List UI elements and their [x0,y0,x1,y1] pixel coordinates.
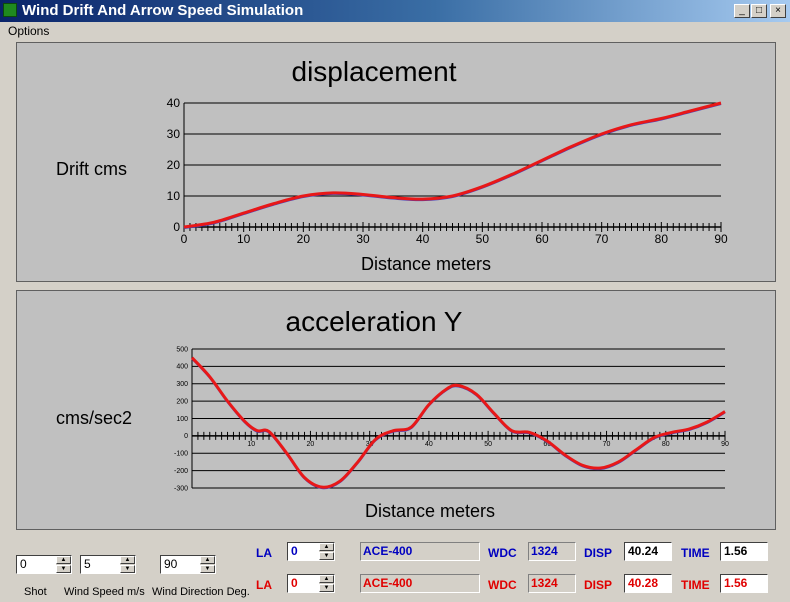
menu-bar: Options [0,22,790,40]
y-tick-label: -100 [174,451,188,458]
menu-options[interactable]: Options [8,24,49,38]
y-tick-label: 40 [167,96,181,110]
row1-wdc-display: 1324 [528,542,576,561]
y-tick-label: 400 [176,364,188,371]
acceleration-ylabel: cms/sec2 [56,408,132,428]
displacement-chart-title: displacement [292,56,457,87]
x-tick-label: 30 [356,232,370,246]
x-tick-label: 80 [655,232,669,246]
displacement-chart: displacement Drift cms Distance meters 0… [56,56,728,274]
acceleration-chart-title: acceleration Y [286,306,463,337]
row1-disp-label: DISP [584,546,613,560]
x-tick-label: 40 [425,441,433,448]
x-tick-label: 70 [595,232,609,246]
row1-time-label: TIME [681,546,710,560]
x-tick-label: 70 [603,441,611,448]
row2-wdc-display: 1324 [528,574,576,593]
wind-speed-up-icon[interactable]: ▲ [120,556,135,564]
x-tick-label: 60 [535,232,549,246]
row2-la-label: LA [256,578,272,592]
x-tick-label: 20 [307,441,315,448]
acceleration-series-shadow [191,358,726,490]
acceleration-xlabel: Distance meters [365,501,495,521]
wind-speed-down-icon[interactable]: ▼ [120,565,135,573]
y-tick-label: 500 [176,346,188,353]
wind-speed-value: 5 [84,557,91,571]
minimize-button[interactable]: _ [734,4,750,18]
row2-la-up-icon[interactable]: ▲ [319,575,334,583]
y-tick-label: 10 [167,189,181,203]
x-tick-label: 10 [247,441,255,448]
row2-time-label: TIME [681,578,710,592]
row1-la-label: LA [256,546,272,560]
x-tick-label: 40 [416,232,430,246]
row1-la-spinner[interactable]: 0 ▲ ▼ [287,542,335,561]
app-icon [3,3,17,17]
wind-direction-value: 90 [164,557,178,571]
displacement-chart-panel: displacement Drift cms Distance meters 0… [16,42,776,282]
shot-up-icon[interactable]: ▲ [56,556,71,564]
wind-direction-label: Wind Direction Deg. [152,586,250,598]
acceleration-chart-panel: acceleration Y cms/sec2 Distance meters … [16,290,776,530]
row2-disp-label: DISP [584,578,613,592]
shot-spinner[interactable]: 0 ▲ ▼ [16,555,72,574]
y-tick-label: -300 [174,485,188,492]
y-tick-label: 300 [176,381,188,388]
shot-down-icon[interactable]: ▼ [56,565,71,573]
shot-label: Shot [24,586,47,598]
y-tick-label: 30 [167,127,181,141]
row2-name-display: ACE-400 [360,574,480,593]
row2-la-down-icon[interactable]: ▼ [319,584,334,592]
y-tick-label: 200 [176,398,188,405]
acceleration-series-line [190,356,726,489]
maximize-button[interactable]: □ [751,4,767,18]
x-tick-label: 50 [476,232,490,246]
close-button[interactable]: × [770,4,786,18]
x-tick-label: 80 [662,441,670,448]
x-tick-label: 90 [714,232,728,246]
row1-name-display: ACE-400 [360,542,480,561]
wind-speed-spinner[interactable]: 5 ▲ ▼ [80,555,136,574]
row2-time-field: 1.56 [720,574,768,593]
row2-disp-field: 40.28 [624,574,672,593]
wind-direction-down-icon[interactable]: ▼ [200,565,215,573]
row1-time-field: 1.56 [720,542,768,561]
x-tick-label: 20 [297,232,311,246]
x-tick-label: 50 [484,441,492,448]
x-tick-label: 10 [237,232,251,246]
y-tick-label: 100 [176,416,188,423]
y-tick-label: 0 [173,220,180,234]
wind-direction-spinner[interactable]: 90 ▲ ▼ [160,555,216,574]
title-bar: Wind Drift And Arrow Speed Simulation _ … [0,0,790,22]
shot-value: 0 [20,557,27,571]
wind-speed-label: Wind Speed m/s [64,586,145,598]
row1-wdc-label: WDC [488,546,517,560]
displacement-xlabel: Distance meters [361,254,491,274]
row1-la-up-icon[interactable]: ▲ [319,543,334,551]
row2-la-spinner[interactable]: 0 ▲ ▼ [287,574,335,593]
y-tick-label: 0 [184,433,188,440]
x-tick-label: 90 [721,441,729,448]
row1-la-down-icon[interactable]: ▼ [319,552,334,560]
wind-direction-up-icon[interactable]: ▲ [200,556,215,564]
acceleration-chart: acceleration Y cms/sec2 Distance meters … [56,306,729,521]
y-tick-label: -200 [174,468,188,475]
row1-disp-field: 40.24 [624,542,672,561]
row1-la-value: 0 [291,544,298,558]
x-tick-label: 0 [181,232,188,246]
row2-wdc-label: WDC [488,578,517,592]
y-tick-label: 20 [167,158,181,172]
row2-la-value: 0 [291,576,298,590]
window-title: Wind Drift And Arrow Speed Simulation [22,2,304,19]
displacement-ylabel: Drift cms [56,159,127,179]
